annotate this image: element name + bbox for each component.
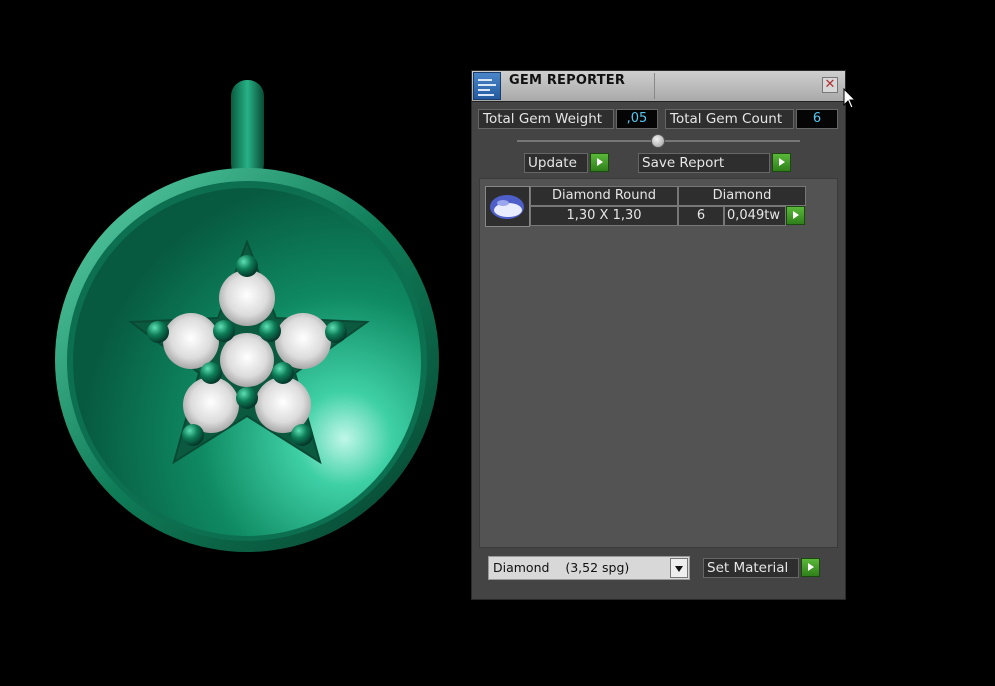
gem-list: Diamond Round Diamond 1,30 X 1,30 6 0,04… xyxy=(479,178,838,548)
slider-handle[interactable] xyxy=(651,134,665,148)
chevron-down-icon[interactable] xyxy=(670,558,688,578)
save-report-go-icon[interactable] xyxy=(772,153,791,172)
gem-count-cell: 6 xyxy=(678,206,724,226)
panel-title: GEM REPORTER xyxy=(509,73,626,88)
gem-row-go-icon[interactable] xyxy=(786,206,805,225)
total-gem-weight-value: ,05 xyxy=(616,109,658,129)
total-gem-count-label: Total Gem Count xyxy=(665,109,794,129)
gem-weight-cell: 0,049tw xyxy=(724,206,786,226)
total-gem-weight-label: Total Gem Weight xyxy=(478,109,614,129)
close-icon[interactable]: ✕ xyxy=(822,77,838,93)
gem-reporter-icon xyxy=(473,72,501,100)
gem-material-cell: Diamond xyxy=(678,186,806,206)
update-button[interactable]: Update xyxy=(524,153,588,173)
gem-type-cell: Diamond Round xyxy=(530,186,678,206)
mouse-pointer-icon xyxy=(843,88,857,109)
save-report-button[interactable]: Save Report xyxy=(638,153,770,173)
material-selected-value: Diamond (3,52 spg) xyxy=(493,560,630,575)
update-go-icon[interactable] xyxy=(590,153,609,172)
round-gem-icon xyxy=(485,186,530,227)
title-divider xyxy=(654,73,655,99)
pendant-render xyxy=(55,80,439,552)
set-material-button[interactable]: Set Material xyxy=(703,558,799,578)
gem-reporter-panel: GEM REPORTER ✕ Total Gem Weight ,05 Tota… xyxy=(471,70,846,600)
set-material-go-icon[interactable] xyxy=(801,558,820,577)
title-bar[interactable]: GEM REPORTER ✕ xyxy=(472,71,845,102)
gem-size-cell: 1,30 X 1,30 xyxy=(530,206,678,226)
material-dropdown[interactable]: Diamond (3,52 spg) xyxy=(488,556,690,580)
3d-viewport[interactable] xyxy=(0,0,470,686)
total-gem-count-value: 6 xyxy=(796,109,838,129)
pendant-bail xyxy=(231,80,264,180)
